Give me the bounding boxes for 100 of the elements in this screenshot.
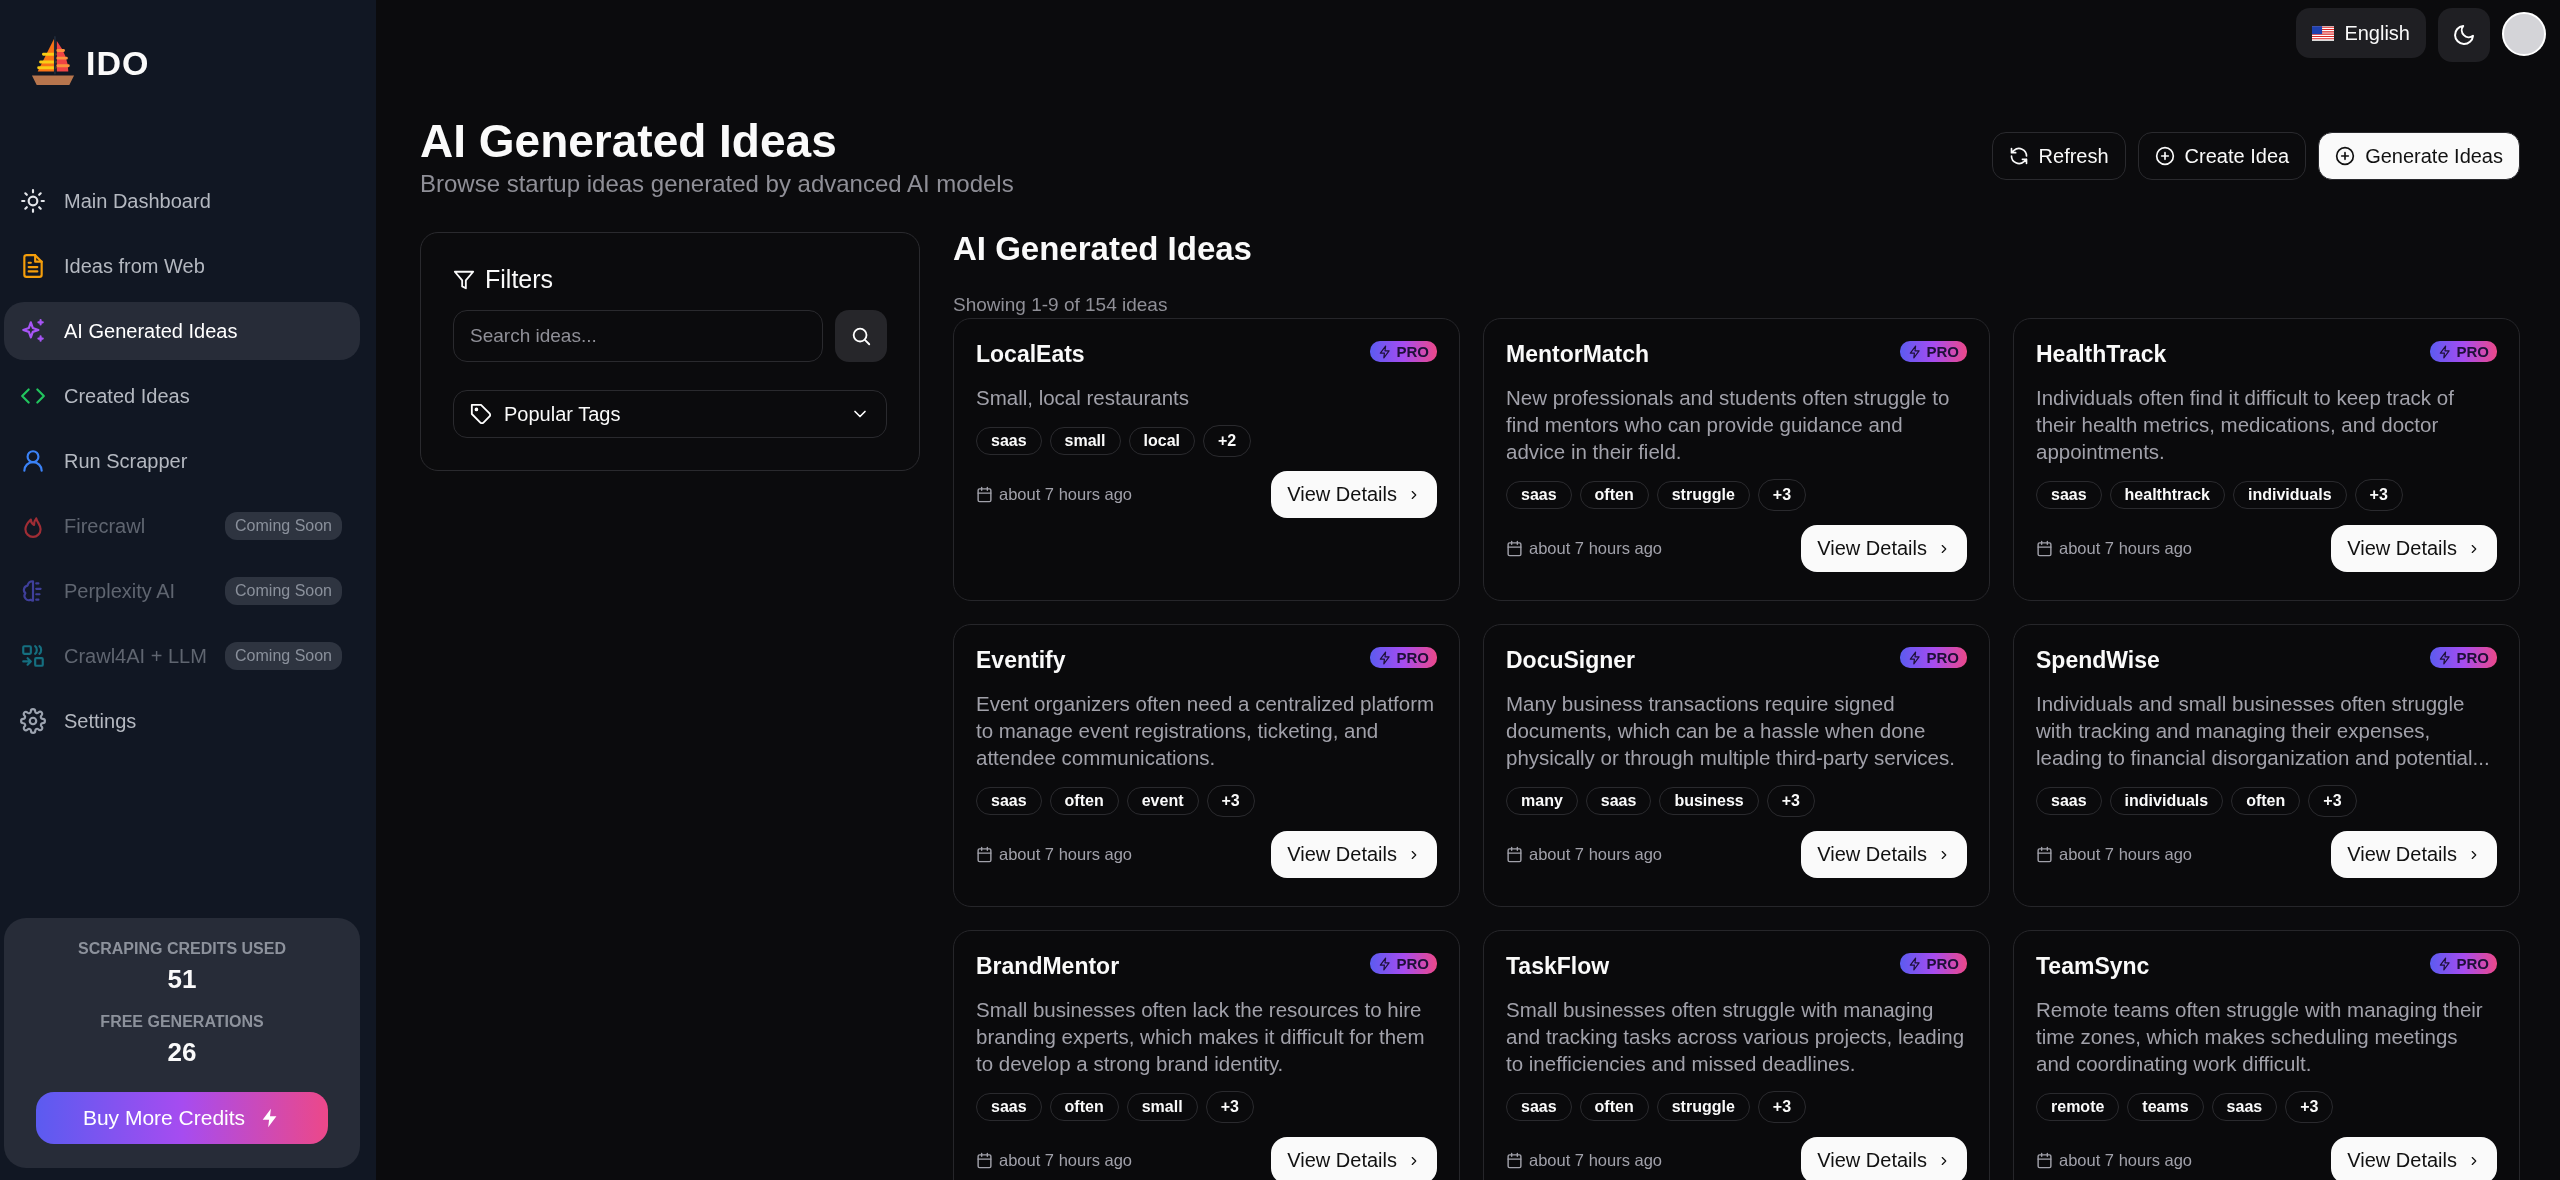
pro-badge: PRO bbox=[1900, 647, 1967, 668]
nav-item[interactable]: AI Generated Ideas bbox=[4, 302, 360, 360]
nav-label: Main Dashboard bbox=[64, 189, 212, 213]
nav-label: Crawl4AI + LLM bbox=[64, 644, 208, 668]
credits-value: 51 bbox=[167, 964, 197, 995]
search-field[interactable]: Search ideas... bbox=[453, 310, 823, 362]
idea-date: about 7 hours ago bbox=[999, 485, 1133, 504]
idea-title: Eventify bbox=[976, 647, 1066, 674]
idea-description: Small businesses often struggle with managing and tracking tasks across various projects, leading to inefficiencies and missed deadlines. bbox=[1506, 997, 1966, 1077]
nav-item[interactable]: Ideas from Web bbox=[4, 237, 360, 295]
lightning-icon bbox=[2438, 650, 2453, 665]
pro-badge: PRO bbox=[2430, 953, 2497, 974]
tag-icon bbox=[470, 403, 492, 425]
view-details-button[interactable]: View Details bbox=[2331, 1137, 2497, 1180]
lightning-icon bbox=[1378, 956, 1393, 971]
idea-description: Individuals often find it difficult to keep track of their health metrics, medications, and doctor appointments. bbox=[2036, 385, 2455, 465]
generate-button[interactable]: Generate Ideas bbox=[2318, 132, 2520, 180]
nav-item[interactable]: Created Ideas bbox=[4, 367, 360, 425]
calendar-icon bbox=[1506, 540, 1523, 557]
idea-date: about 7 hours ago bbox=[999, 1151, 1133, 1170]
calendar-icon bbox=[976, 486, 993, 503]
lightning-icon bbox=[2438, 344, 2453, 359]
idea-title: MentorMatch bbox=[1506, 341, 1650, 368]
nav-label: Perplexity AI bbox=[64, 579, 177, 603]
idea-title: TaskFlow bbox=[1506, 953, 1610, 980]
calendar-icon bbox=[976, 846, 993, 863]
lightning-icon bbox=[1908, 344, 1923, 359]
theme-toggle-button[interactable] bbox=[2438, 8, 2490, 62]
idea-date: about 7 hours ago bbox=[999, 845, 1133, 864]
search-icon bbox=[850, 325, 872, 347]
nav-item[interactable]: Main Dashboard bbox=[4, 172, 360, 230]
pro-badge: PRO bbox=[1900, 341, 1967, 362]
view-details-button[interactable]: View Details bbox=[1271, 471, 1437, 518]
nav-item[interactable]: Run Scrapper bbox=[4, 432, 360, 490]
idea-description: Small, local restaurants bbox=[976, 385, 1191, 411]
nav-item[interactable]: Settings bbox=[4, 692, 360, 750]
lightning-icon bbox=[1908, 650, 1923, 665]
brand-name: IDO bbox=[86, 44, 150, 83]
calendar-icon bbox=[2036, 540, 2053, 557]
pro-badge: PRO bbox=[1370, 953, 1437, 974]
idea-date: about 7 hours ago bbox=[2059, 845, 2193, 864]
view-details-button[interactable]: View Details bbox=[1271, 1137, 1437, 1180]
idea-date: about 7 hours ago bbox=[2059, 1151, 2193, 1170]
pro-badge: PRO bbox=[2430, 647, 2497, 668]
lightning-icon bbox=[2438, 956, 2453, 971]
idea-date: about 7 hours ago bbox=[1529, 845, 1663, 864]
calendar-icon bbox=[1506, 846, 1523, 863]
filter-icon bbox=[453, 268, 475, 291]
idea-date: about 7 hours ago bbox=[1529, 1151, 1663, 1170]
language-button[interactable]: English bbox=[2296, 8, 2426, 58]
calendar-icon bbox=[1506, 1152, 1523, 1169]
generations-value: 26 bbox=[167, 1037, 197, 1068]
tags-dropdown[interactable]: Popular Tags bbox=[453, 390, 887, 438]
pro-badge: PRO bbox=[1370, 341, 1437, 362]
credits-label: SCRAPING CREDITS USED bbox=[78, 940, 286, 958]
view-details-button[interactable]: View Details bbox=[2331, 525, 2497, 572]
view-details-button[interactable]: View Details bbox=[1801, 831, 1967, 878]
view-details-button[interactable]: View Details bbox=[1801, 1137, 1967, 1180]
coming-soon-badge: Coming Soon bbox=[225, 512, 342, 540]
refresh-icon bbox=[2008, 146, 2029, 166]
sailboat-logo-icon bbox=[30, 34, 76, 88]
page-subtitle: Browse startup ideas generated by advanced AI models bbox=[420, 170, 1014, 198]
plus-circle-icon bbox=[2335, 146, 2356, 166]
idea-description: New professionals and students often struggle to find mentors who can provide guidance and advice in their field. bbox=[1506, 385, 1951, 465]
idea-description: Small businesses often lack the resources to hire branding experts, which makes it difficult for them to develop a strong brand identity. bbox=[976, 997, 1426, 1077]
refresh-button[interactable]: Refresh bbox=[1991, 132, 2126, 180]
view-details-button[interactable]: View Details bbox=[1271, 831, 1437, 878]
calendar-icon bbox=[2036, 1152, 2053, 1169]
pro-badge: PRO bbox=[1370, 647, 1437, 668]
results-summary: Showing 1-9 of 154 ideas bbox=[953, 294, 1169, 316]
nav-label: Settings bbox=[64, 709, 138, 733]
calendar-icon bbox=[976, 1152, 993, 1169]
plus-circle-icon bbox=[2154, 146, 2175, 166]
idea-title: TeamSync bbox=[2036, 953, 2150, 980]
coming-soon-badge: Coming Soon bbox=[225, 577, 342, 605]
nav-label: Created Ideas bbox=[64, 384, 191, 408]
pro-badge: PRO bbox=[2430, 341, 2497, 362]
nav-label: Ideas from Web bbox=[64, 254, 206, 278]
idea-title: DocuSigner bbox=[1506, 647, 1636, 674]
user-avatar[interactable] bbox=[2502, 12, 2546, 56]
idea-title: SpendWise bbox=[2036, 647, 2160, 674]
moon-icon bbox=[2452, 23, 2476, 47]
idea-description: Remote teams often struggle with managing their time zones, which makes scheduling meetings and coordinating work difficult. bbox=[2036, 997, 2484, 1077]
generations-label: FREE GENERATIONS bbox=[100, 1013, 264, 1031]
view-details-button[interactable]: View Details bbox=[1801, 525, 1967, 572]
lightning-icon bbox=[1378, 650, 1393, 665]
idea-date: about 7 hours ago bbox=[1529, 539, 1663, 558]
view-details-button[interactable]: View Details bbox=[2331, 831, 2497, 878]
section-title: AI Generated Ideas bbox=[953, 230, 1253, 268]
search-button[interactable] bbox=[835, 310, 887, 362]
lightning-icon bbox=[1908, 956, 1923, 971]
calendar-icon bbox=[2036, 846, 2053, 863]
idea-title: LocalEats bbox=[976, 341, 1085, 368]
idea-date: about 7 hours ago bbox=[2059, 539, 2193, 558]
idea-description: Many business transactions require signed documents, which can be a hassle when done physically or through multiple third-party services. bbox=[1506, 691, 1956, 771]
page-title: AI Generated Ideas bbox=[420, 114, 838, 168]
buy-credits-button[interactable]: Buy More Credits bbox=[36, 1092, 328, 1144]
us-flag-icon bbox=[2312, 25, 2335, 41]
create-button[interactable]: Create Idea bbox=[2137, 132, 2307, 180]
idea-description: Event organizers often need a centralized platform to manage event registrations, ticketing, and attendee communications. bbox=[976, 691, 1436, 771]
